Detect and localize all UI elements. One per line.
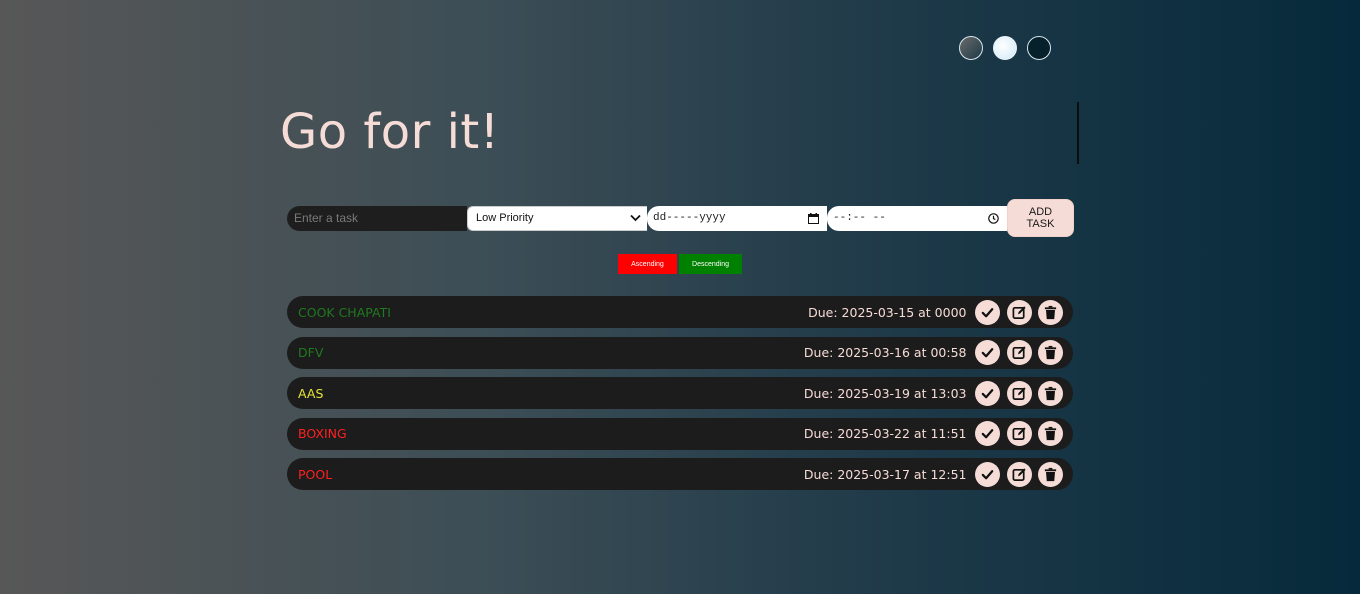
theme-switcher <box>959 36 1051 60</box>
descending-button[interactable]: Descending <box>679 254 742 274</box>
heading-divider <box>1077 102 1079 164</box>
todo-due-date: Due: 2025-03-15 at 0000 <box>808 304 967 320</box>
edit-icon <box>1012 305 1026 319</box>
trash-icon <box>1044 305 1057 319</box>
add-task-button[interactable]: ADD TASK <box>1007 199 1074 237</box>
trash-icon <box>1044 386 1057 400</box>
todo-title: DFV <box>298 345 324 360</box>
delete-button[interactable] <box>1038 340 1063 365</box>
edit-button[interactable] <box>1006 340 1032 365</box>
edit-icon <box>1012 346 1026 359</box>
check-icon <box>981 469 994 479</box>
standard-theme-button[interactable] <box>959 36 983 60</box>
clock-icon[interactable] <box>988 212 999 224</box>
check-icon <box>981 429 994 439</box>
complete-button[interactable] <box>975 380 1000 406</box>
complete-button[interactable] <box>975 340 1000 365</box>
todo-title: COOK CHAPATI <box>298 304 391 320</box>
priority-select[interactable]: Low Priority <box>467 205 647 231</box>
todo-due-date: Due: 2025-03-17 at 12:51 <box>803 466 967 482</box>
todo-item: BOXING Due: 2025-03-22 at 11:51 <box>287 417 1073 450</box>
edit-button[interactable] <box>1006 380 1032 406</box>
todo-title: BOXING <box>298 426 347 441</box>
edit-button[interactable] <box>1006 421 1032 446</box>
ascending-button[interactable]: Ascending <box>618 254 677 274</box>
edit-button[interactable] <box>1006 461 1032 487</box>
todo-list: COOK CHAPATI Due: 2025-03-15 at 0000 DFV… <box>287 296 1073 499</box>
darker-theme-button[interactable] <box>1027 36 1051 60</box>
chevron-down-icon <box>630 211 641 225</box>
time-input[interactable]: --:-- -- <box>827 205 1007 231</box>
delete-button[interactable] <box>1038 380 1063 406</box>
trash-icon <box>1044 426 1057 441</box>
sort-controls: Ascending Descending <box>618 254 742 274</box>
trash-icon <box>1044 467 1057 481</box>
todo-title: AAS <box>298 385 324 401</box>
todo-title: POOL <box>298 466 333 482</box>
delete-button[interactable] <box>1038 421 1063 446</box>
page-title: Go for it! <box>280 104 500 160</box>
check-icon <box>981 307 994 317</box>
todo-due-date: Due: 2025-03-19 at 13:03 <box>803 385 967 401</box>
todo-due-date: Due: 2025-03-22 at 11:51 <box>803 426 967 441</box>
complete-button[interactable] <box>975 461 1000 487</box>
time-input-placeholder: --:-- -- <box>833 212 886 224</box>
trash-icon <box>1044 345 1057 360</box>
todo-item: AAS Due: 2025-03-19 at 13:03 <box>287 377 1073 409</box>
date-input[interactable]: dd-----yyyy <box>647 205 827 231</box>
task-input[interactable] <box>287 205 467 231</box>
complete-button[interactable] <box>975 299 1000 325</box>
edit-icon <box>1012 427 1026 440</box>
todo-item: POOL Due: 2025-03-17 at 12:51 <box>287 458 1073 490</box>
edit-icon <box>1012 386 1026 400</box>
light-theme-button[interactable] <box>993 36 1017 60</box>
delete-button[interactable] <box>1038 299 1063 325</box>
complete-button[interactable] <box>975 421 1000 446</box>
todo-due-date: Due: 2025-03-16 at 00:58 <box>803 345 967 360</box>
delete-button[interactable] <box>1038 461 1063 487</box>
date-input-placeholder: dd-----yyyy <box>653 212 726 224</box>
edit-icon <box>1012 467 1026 481</box>
priority-select-value: Low Priority <box>476 212 534 224</box>
todo-item: COOK CHAPATI Due: 2025-03-15 at 0000 <box>287 296 1073 328</box>
task-form: Low Priority dd-----yyyy --:-- -- ADD TA… <box>287 199 1074 237</box>
edit-button[interactable] <box>1006 299 1032 325</box>
check-icon <box>981 348 994 358</box>
check-icon <box>981 388 994 398</box>
todo-item: DFV Due: 2025-03-16 at 00:58 <box>287 336 1073 369</box>
calendar-icon[interactable] <box>808 212 819 224</box>
